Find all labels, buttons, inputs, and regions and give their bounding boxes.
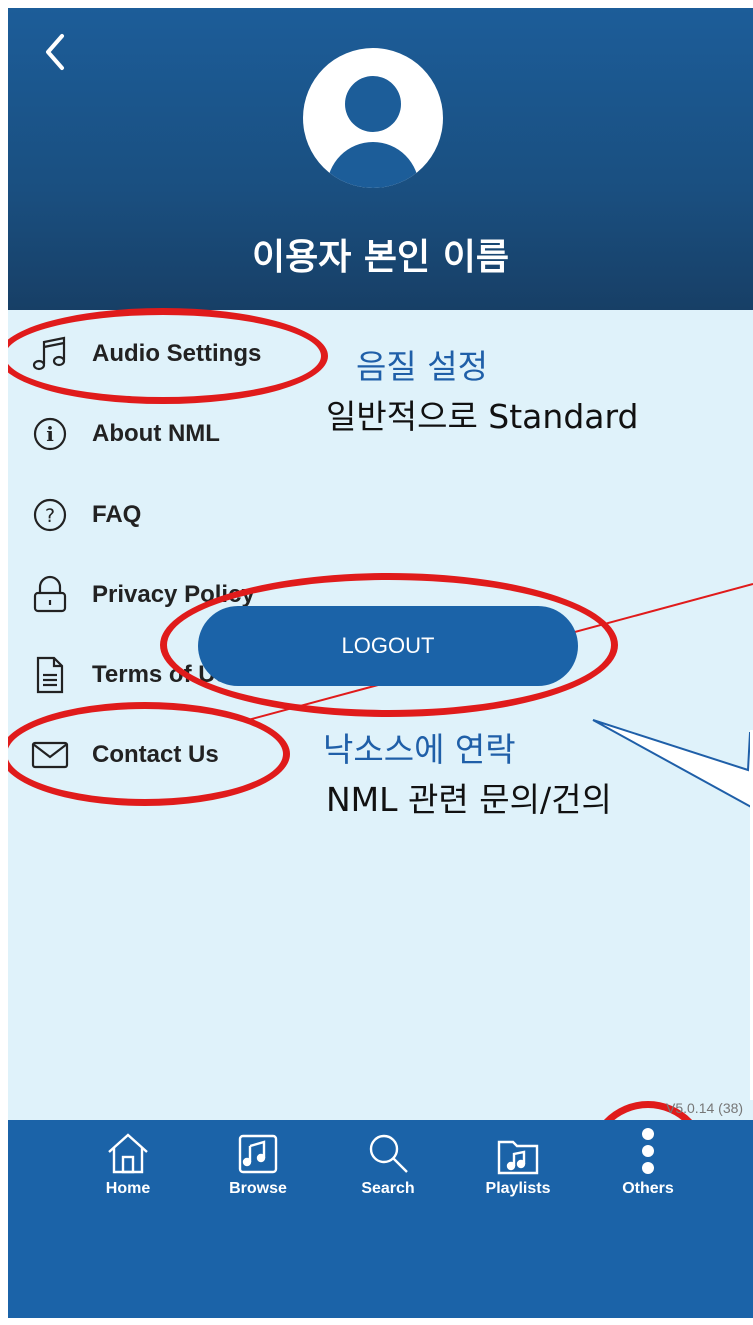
bottom-tab-bar: Home Browse Search Playlists Others	[8, 1120, 753, 1318]
tab-playlists[interactable]: Playlists	[463, 1120, 573, 1210]
tab-label: Search	[361, 1180, 415, 1197]
app-version: V5.0.14 (38)	[666, 1100, 744, 1116]
tab-label: Browse	[229, 1180, 287, 1197]
tab-search[interactable]: Search	[333, 1120, 443, 1210]
tab-home[interactable]: Home	[73, 1120, 183, 1210]
folder-music-icon	[496, 1120, 540, 1176]
tab-label: Playlists	[485, 1180, 551, 1197]
tab-label: Home	[105, 1180, 151, 1197]
home-icon	[105, 1120, 151, 1176]
tab-others[interactable]: Others	[593, 1120, 703, 1210]
more-vertical-icon	[638, 1120, 658, 1176]
book-icon	[236, 1120, 280, 1176]
search-icon	[365, 1120, 411, 1176]
app-screen: 이용자 본인 이름 Audio Settings i About NML ? F…	[8, 8, 753, 1318]
tab-label: Others	[622, 1180, 674, 1197]
tab-browse[interactable]: Browse	[203, 1120, 313, 1210]
logout-button[interactable]: LOGOUT	[198, 606, 578, 686]
